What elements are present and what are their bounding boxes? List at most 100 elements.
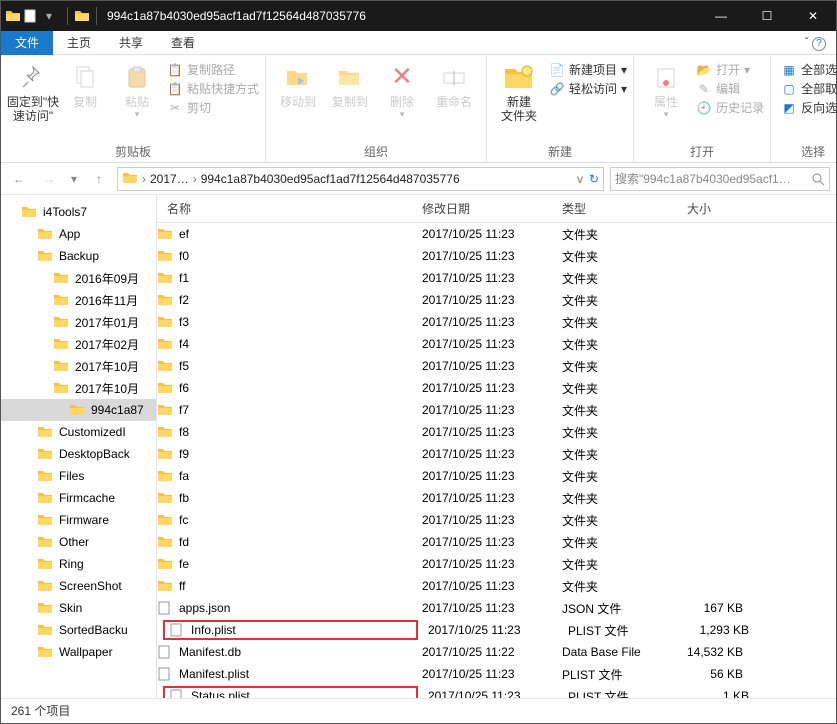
tree-node[interactable]: Ring	[1, 553, 156, 575]
paste-button[interactable]: 粘贴▾	[111, 59, 163, 120]
move-to-button[interactable]: 移动到	[272, 59, 324, 109]
file-list: 名称 修改日期 类型 大小 ef2017/10/25 11:23文件夹f0201…	[157, 195, 836, 698]
tree-node[interactable]: 2016年11月	[1, 289, 156, 311]
tree-node[interactable]: 2017年02月	[1, 333, 156, 355]
group-clipboard-label: 剪贴板	[115, 141, 151, 162]
group-organize-label: 组织	[364, 141, 388, 162]
delete-button[interactable]: ✕删除▾	[376, 59, 428, 120]
open-button[interactable]: 📂打开 ▾	[696, 61, 764, 78]
copy-to-button[interactable]: 复制到	[324, 59, 376, 109]
tree-node[interactable]: 2017年10月	[1, 377, 156, 399]
tree-node[interactable]: 2017年01月	[1, 311, 156, 333]
list-item[interactable]: f12017/10/25 11:23文件夹	[157, 267, 836, 289]
list-item[interactable]: Info.plist2017/10/25 11:23PLIST 文件1,293 …	[157, 619, 836, 641]
folder-icon	[74, 8, 90, 24]
edit-button[interactable]: ✎编辑	[696, 80, 764, 97]
tree-node[interactable]: DesktopBack	[1, 443, 156, 465]
paste-shortcut-button[interactable]: 📋粘贴快捷方式	[167, 80, 259, 97]
list-item[interactable]: f92017/10/25 11:23文件夹	[157, 443, 836, 465]
list-item[interactable]: fc2017/10/25 11:23文件夹	[157, 509, 836, 531]
close-button[interactable]: ✕	[790, 1, 836, 31]
list-item[interactable]: f62017/10/25 11:23文件夹	[157, 377, 836, 399]
search-icon	[811, 172, 825, 186]
pin-quickaccess-button[interactable]: 固定到"快 速访问"	[7, 59, 59, 124]
chevron-right-icon[interactable]: ›	[142, 172, 146, 186]
tab-home[interactable]: 主页	[53, 31, 105, 55]
list-item[interactable]: ff2017/10/25 11:23文件夹	[157, 575, 836, 597]
minimize-button[interactable]: ―	[698, 1, 744, 31]
back-button[interactable]: ←	[7, 167, 31, 191]
tab-view[interactable]: 查看	[157, 31, 209, 55]
tree-node[interactable]: Firmcache	[1, 487, 156, 509]
col-date[interactable]: 修改日期	[412, 200, 552, 217]
easy-access-button[interactable]: 🔗轻松访问 ▾	[549, 80, 627, 97]
refresh-button[interactable]: ↻	[589, 172, 599, 186]
copy-path-button[interactable]: 📋复制路径	[167, 61, 259, 78]
list-item[interactable]: fb2017/10/25 11:23文件夹	[157, 487, 836, 509]
cut-button[interactable]: ✂剪切	[167, 99, 259, 116]
tree-node[interactable]: 2017年10月	[1, 355, 156, 377]
tab-share[interactable]: 共享	[105, 31, 157, 55]
folder-icon	[5, 8, 21, 24]
list-item[interactable]: f22017/10/25 11:23文件夹	[157, 289, 836, 311]
tree-node[interactable]: Firmware	[1, 509, 156, 531]
forward-button[interactable]: →	[37, 167, 61, 191]
tree-node[interactable]: i4Tools7	[1, 201, 156, 223]
up-button[interactable]: ↑	[87, 167, 111, 191]
list-item[interactable]: Manifest.db2017/10/25 11:22Data Base Fil…	[157, 641, 836, 663]
tree-node[interactable]: SortedBacku	[1, 619, 156, 641]
list-item[interactable]: apps.json2017/10/25 11:23JSON 文件167 KB	[157, 597, 836, 619]
list-header[interactable]: 名称 修改日期 类型 大小	[157, 195, 836, 223]
list-item[interactable]: Manifest.plist2017/10/25 11:23PLIST 文件56…	[157, 663, 836, 685]
qat-dropdown-icon[interactable]: ▾	[41, 8, 57, 24]
window-title: 994c1a87b4030ed95acf1ad7f12564d487035776	[107, 9, 366, 23]
recent-dropdown[interactable]: ▾	[67, 167, 81, 191]
tree-node[interactable]: 2016年09月	[1, 267, 156, 289]
tree-node[interactable]: Skin	[1, 597, 156, 619]
group-open-label: 打开	[690, 141, 714, 162]
copy-button[interactable]: 复制	[59, 59, 111, 109]
new-folder-button[interactable]: 新建 文件夹	[493, 59, 545, 124]
list-item[interactable]: f72017/10/25 11:23文件夹	[157, 399, 836, 421]
ribbon-toggle-button[interactable]: ˇ ?	[805, 35, 826, 51]
tree-node[interactable]: CustomizedI	[1, 421, 156, 443]
list-item[interactable]: fa2017/10/25 11:23文件夹	[157, 465, 836, 487]
nav-tree[interactable]: i4Tools7AppBackup2016年09月2016年11月2017年01…	[1, 195, 157, 698]
col-size[interactable]: 大小	[677, 200, 757, 217]
tree-node[interactable]: ScreenShot	[1, 575, 156, 597]
invert-selection-button[interactable]: ◩反向选择	[781, 99, 837, 116]
breadcrumb-segment[interactable]: 994c1a87b4030ed95acf1ad7f12564d487035776	[201, 172, 460, 186]
list-item[interactable]: fd2017/10/25 11:23文件夹	[157, 531, 836, 553]
ribbon: 固定到"快 速访问" 复制 粘贴▾ 📋复制路径 📋粘贴快捷方式 ✂剪切 剪贴板 …	[1, 55, 836, 163]
tab-file[interactable]: 文件	[1, 31, 53, 55]
title-bar: ▾ 994c1a87b4030ed95acf1ad7f12564d4870357…	[1, 1, 836, 31]
search-input[interactable]: 搜索"994c1a87b4030ed95acf1…	[610, 167, 830, 191]
rename-button[interactable]: 重命名	[428, 59, 480, 109]
tree-node[interactable]: Files	[1, 465, 156, 487]
tree-node[interactable]: Other	[1, 531, 156, 553]
col-name[interactable]: 名称	[157, 200, 412, 217]
list-item[interactable]: fe2017/10/25 11:23文件夹	[157, 553, 836, 575]
list-item[interactable]: Status.plist2017/10/25 11:23PLIST 文件1 KB	[157, 685, 836, 698]
chevron-right-icon[interactable]: ›	[193, 172, 197, 186]
list-item[interactable]: ef2017/10/25 11:23文件夹	[157, 223, 836, 245]
tree-node[interactable]: 994c1a87	[1, 399, 156, 421]
tree-node[interactable]: Backup	[1, 245, 156, 267]
maximize-button[interactable]: ☐	[744, 1, 790, 31]
select-none-button[interactable]: ▢全部取消	[781, 80, 837, 97]
history-button[interactable]: 🕘历史记录	[696, 99, 764, 116]
list-item[interactable]: f42017/10/25 11:23文件夹	[157, 333, 836, 355]
col-type[interactable]: 类型	[552, 200, 677, 217]
tree-node[interactable]: Wallpaper	[1, 641, 156, 663]
breadcrumb-segment[interactable]: 2017…	[150, 172, 189, 186]
list-item[interactable]: f82017/10/25 11:23文件夹	[157, 421, 836, 443]
list-item[interactable]: f32017/10/25 11:23文件夹	[157, 311, 836, 333]
select-all-button[interactable]: ▦全部选择	[781, 61, 837, 78]
properties-button[interactable]: 属性▾	[640, 59, 692, 120]
list-item[interactable]: f02017/10/25 11:23文件夹	[157, 245, 836, 267]
address-dropdown-icon[interactable]: v	[577, 172, 583, 186]
tree-node[interactable]: App	[1, 223, 156, 245]
new-item-button[interactable]: 📄新建项目 ▾	[549, 61, 627, 78]
list-item[interactable]: f52017/10/25 11:23文件夹	[157, 355, 836, 377]
address-box[interactable]: › 2017… › 994c1a87b4030ed95acf1ad7f12564…	[117, 167, 604, 191]
